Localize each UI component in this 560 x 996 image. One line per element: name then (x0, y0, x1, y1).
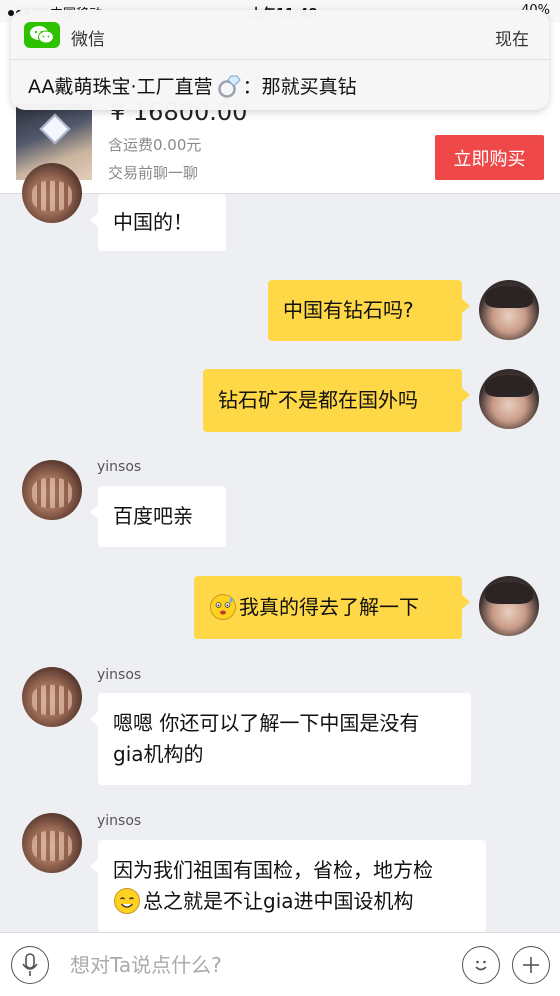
ring-icon (217, 75, 241, 98)
notification-time: 现在 (495, 30, 529, 50)
product-chat-prompt: 交易前聊一聊 (108, 164, 199, 182)
message-input[interactable] (70, 947, 440, 983)
message-text-line: 总之就是不让gia进中国设机构 (143, 889, 414, 913)
plus-icon (523, 957, 539, 973)
emoji-button[interactable] (462, 946, 500, 984)
sweat-smile-emoji-icon (210, 593, 236, 620)
sender-name: yinsos (97, 813, 142, 829)
message-text: 中国的！ (113, 210, 193, 234)
input-bar (0, 932, 560, 996)
message-text-line: 嗯嗯 你还可以了解一下中国是没有 (113, 711, 420, 735)
avatar[interactable] (22, 813, 82, 873)
wechat-icon (24, 22, 60, 48)
message-text: 我真的得去了解一下 (239, 595, 419, 619)
message-text: 百度吧亲 (113, 504, 193, 528)
message-text: 钻石矿不是都在国外吗 (218, 388, 418, 412)
product-shipping: 含运费0.00元 (108, 136, 202, 154)
message-bubble[interactable]: 中国有钻石吗? (268, 280, 470, 341)
message-bubble[interactable]: 嗯嗯 你还可以了解一下中国是没有 gia机构的 (90, 693, 471, 785)
message-content: 总之就是不让gia进中国设机构 (113, 886, 471, 917)
voice-input-button[interactable] (11, 946, 49, 984)
notification-app-name: 微信 (71, 30, 105, 50)
message-bubble[interactable]: 因为我们祖国有国检，省检，地方检 总之就是不让gia进中国设机构 (90, 840, 486, 932)
sender-name: yinsos (97, 667, 142, 683)
avatar[interactable] (479, 280, 539, 340)
notification-message: AA戴萌珠宝·工厂直营 ：那就买真钻 (28, 72, 357, 99)
avatar[interactable] (22, 460, 82, 520)
avatar[interactable] (22, 667, 82, 727)
message-bubble[interactable]: 我真的得去了解一下 (194, 576, 470, 639)
message-text-line: 因为我们祖国有国检，省检，地方检 (113, 858, 433, 882)
message-bubble[interactable]: 钻石矿不是都在国外吗 (203, 369, 470, 432)
message-content: 我真的得去了解一下 (209, 592, 447, 623)
smile-emoji-icon (114, 887, 140, 914)
message-bubble[interactable]: 中国的！ (90, 194, 226, 251)
smiley-icon (475, 960, 487, 971)
notification-banner[interactable]: 微信 现在 AA戴萌珠宝·工厂直营 ：那就买真钻 (11, 10, 549, 110)
sender-name: yinsos (97, 459, 142, 475)
notification-sender: AA戴萌珠宝·工厂直营 (28, 76, 213, 98)
more-options-button[interactable] (512, 946, 550, 984)
avatar[interactable] (22, 163, 82, 223)
notification-divider (11, 59, 549, 60)
message-text: 中国有钻石吗? (283, 298, 414, 322)
avatar[interactable] (479, 576, 539, 636)
buy-now-button[interactable]: 立即购买 (435, 135, 544, 180)
message-bubble[interactable]: 百度吧亲 (90, 486, 226, 547)
avatar[interactable] (479, 369, 539, 429)
microphone-icon (22, 953, 38, 976)
message-text-line: gia机构的 (113, 742, 204, 766)
notification-message-text: ：那就买真钻 (242, 76, 357, 98)
